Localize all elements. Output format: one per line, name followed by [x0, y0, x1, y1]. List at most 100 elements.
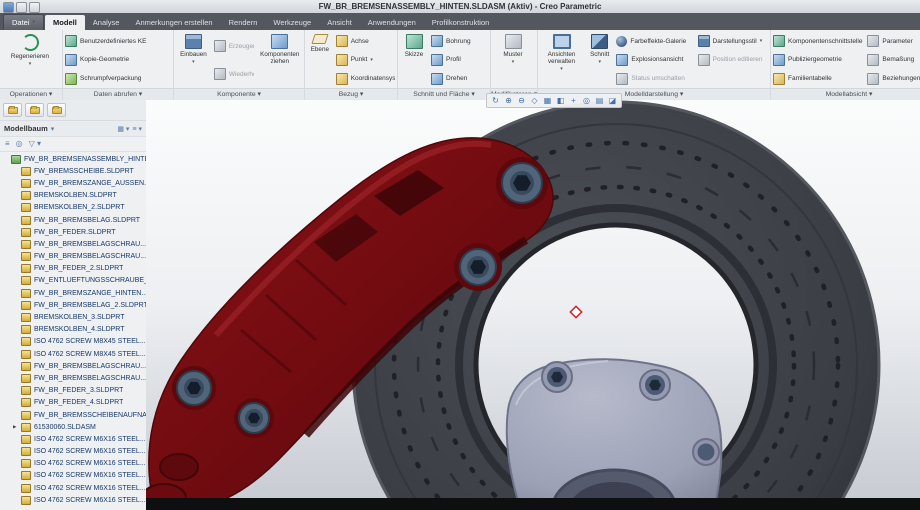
tree-item[interactable]: ▶ FW_BR_BREMSZANGE_HINTEN...	[0, 287, 146, 299]
save-icon[interactable]	[16, 2, 27, 13]
hub-bolt[interactable]	[542, 362, 572, 392]
caliper-bolt[interactable]	[172, 366, 216, 410]
graphics-toolbar-icon[interactable]: ▦	[542, 95, 553, 106]
tree-item[interactable]: ▶ FW_BR_BREMSBELAGSCHRAU...	[0, 360, 146, 372]
parameters-button[interactable]: Parameter	[867, 34, 920, 49]
tree-item[interactable]: ▶ BREMSKOLBEN_2.SLDPRT	[0, 202, 146, 214]
ribbon-tab[interactable]: Anmerkungen erstellen	[127, 15, 220, 30]
drag-components-button[interactable]: Komponenten ziehen	[257, 32, 302, 88]
graphics-toolbar-icon[interactable]: ↻	[490, 95, 501, 106]
exploded-view-button[interactable]: Explosionsansicht	[616, 52, 694, 67]
hub-bolt[interactable]	[693, 439, 719, 465]
user-defined-feature-button[interactable]: Benutzerdefiniertes KE	[65, 34, 169, 49]
expand-arrow-icon[interactable]: ▶	[13, 424, 18, 430]
graphics-toolbar-icon[interactable]: ◎	[581, 95, 592, 106]
copy-geometry-button[interactable]: Kopie-Geometrie	[65, 52, 169, 67]
regenerate-button[interactable]: Regenerieren ▾	[2, 32, 58, 88]
tree-item[interactable]: ▶ FW_BR_BREMSBELAGSCHRAU...	[0, 238, 146, 250]
brake-assembly-3d-model[interactable]	[146, 100, 920, 510]
tree-item[interactable]: ▶ BREMSKOLBEN_4.SLDPRT	[0, 324, 146, 336]
graphics-toolbar-icon[interactable]: ⊖	[516, 95, 527, 106]
favorites-tab[interactable]	[47, 103, 66, 117]
graphics-area[interactable]: ↻ ⊕ ⊖ ◇ ▦ ◧ + ◎ ▤ ◪	[146, 100, 920, 510]
create-component-button[interactable]: Erzeugen	[214, 39, 255, 54]
datum-axis-button[interactable]: Achse	[336, 34, 395, 49]
file-menu-button[interactable]: Datei ▾	[3, 14, 44, 30]
repeat-button[interactable]: Wiederholen	[214, 67, 255, 82]
tree-item[interactable]: ▶ FW_BR_FEDER_3.SLDPRT	[0, 385, 146, 397]
tree-item[interactable]: ▶ BREMSKOLBEN_3.SLDPRT	[0, 311, 146, 323]
group-label-schnitt-und-flaeche[interactable]: Schnitt und Fläche ▾	[398, 88, 490, 100]
component-interface-button[interactable]: Komponentenschnittstelle	[773, 34, 864, 49]
tree-item[interactable]: ▶ FW_BR_BREMSENASSEMBLY_HINTE	[0, 153, 146, 165]
tree-settings-menu-icon[interactable]: ≡ ▾	[132, 125, 142, 133]
tree-search-icon[interactable]: ◎	[16, 138, 23, 150]
appearance-gallery-button[interactable]: Farbeffekte-Galerie	[616, 34, 694, 49]
datum-plane-button[interactable]: Ebene	[307, 32, 333, 88]
tree-item[interactable]: ▶ 61530060.SLDASM	[0, 421, 146, 433]
tree-item[interactable]: ▶ ISO 4762 SCREW M6X16 STEEL...	[0, 446, 146, 458]
tree-item[interactable]: ▶ ISO 4762 SCREW M6X16 STEEL...	[0, 494, 146, 506]
graphics-toolbar-icon[interactable]: ▤	[594, 95, 605, 106]
tree-item[interactable]: ▶ ISO 4762 SCREW M6X16 STEEL...	[0, 482, 146, 494]
tree-item[interactable]: ▶ ISO 4762 SCREW M8X45 STEEL...	[0, 336, 146, 348]
ribbon-tab[interactable]: Rendern	[221, 15, 266, 30]
graphics-toolbar-icon[interactable]: +	[568, 95, 579, 106]
coordinate-system-button[interactable]: Koordinatensystem	[336, 71, 395, 86]
edit-position-button[interactable]: Position editieren	[698, 52, 768, 67]
tree-item[interactable]: ▶ FW_BR_BREMSSCHEIBENAUFNA...	[0, 409, 146, 421]
tree-item[interactable]: ▶ FW_ENTLUEFTUNGSSCHRAUBE_...	[0, 275, 146, 287]
hub-adapter[interactable]	[507, 359, 722, 510]
tree-item[interactable]: ▶ ISO 4762 SCREW M6X16 STEEL...	[0, 458, 146, 470]
revolve-button[interactable]: Drehen	[431, 71, 487, 86]
ribbon-tab[interactable]: Profilkonstruktion	[424, 15, 498, 30]
tree-item[interactable]: ▶ FW_BR_FEDER_2.SLDPRT	[0, 263, 146, 275]
tree-item[interactable]: ▶ FW_BR_BREMSZANGE_AUSSEN...	[0, 177, 146, 189]
hole-button[interactable]: Bohrung	[431, 34, 487, 49]
tree-show-menu-icon[interactable]: ▦ ▾	[117, 125, 129, 133]
folder-browser-tab[interactable]	[25, 103, 44, 117]
ribbon-tab[interactable]: Anwendungen	[360, 15, 424, 30]
display-style-button[interactable]: Darstellungsstil▾	[698, 34, 768, 49]
tree-item[interactable]: ▶ FW_BR_FEDER_4.SLDPRT	[0, 397, 146, 409]
manage-views-button[interactable]: Ansichten verwalten ▾	[540, 32, 583, 88]
graphics-toolbar-icon[interactable]: ◧	[555, 95, 566, 106]
tree-item[interactable]: ▶ FW_BR_FEDER.SLDPRT	[0, 226, 146, 238]
relations-button[interactable]: Beziehungen	[867, 71, 920, 86]
group-label-bezug[interactable]: Bezug ▾	[305, 88, 397, 100]
toggle-status-button[interactable]: Status umschalten	[616, 71, 694, 86]
graphics-toolbar-icon[interactable]: ◪	[607, 95, 618, 106]
group-label-daten-abrufen[interactable]: Daten abrufen ▾	[63, 88, 173, 100]
tree-item[interactable]: ▶ FW_BR_BREMSBELAG.SLDPRT	[0, 214, 146, 226]
section-button[interactable]: Schnitt ▾	[586, 32, 613, 88]
tree-item[interactable]: ▶ FW_BR_BREMSBELAGSCHRAU...	[0, 251, 146, 263]
extrude-button[interactable]: Profil	[431, 52, 487, 67]
tree-item[interactable]: ▶ ISO 4762 SCREW M8X45 STEEL...	[0, 348, 146, 360]
caliper-bolt[interactable]	[234, 398, 274, 438]
tree-filter-icon[interactable]: ▽ ▾	[29, 138, 41, 150]
ribbon-tab[interactable]: Werkzeuge	[265, 15, 319, 30]
tree-item[interactable]: ▶ FW_BR_BREMSBELAGSCHRAU...	[0, 372, 146, 384]
tree-column-icon[interactable]: ▾	[51, 125, 55, 133]
publish-geometry-button[interactable]: Publiziergeometrie	[773, 52, 864, 67]
ribbon-tab[interactable]: Modell	[45, 15, 85, 30]
group-label-operationen[interactable]: Operationen ▾	[0, 88, 62, 100]
tree-item[interactable]: ▶ BREMSKOLBEN.SLDPRT	[0, 190, 146, 202]
tree-list-icon[interactable]: ≡	[5, 138, 10, 150]
datum-point-button[interactable]: Punkt▾	[336, 52, 395, 67]
ribbon-tab[interactable]: Ansicht	[319, 15, 360, 30]
caliper-bolt[interactable]	[496, 157, 548, 209]
shrinkwrap-button[interactable]: Schrumpfverpackung	[65, 71, 169, 86]
group-label-modellabsicht[interactable]: Modellabsicht ▾	[771, 88, 920, 100]
group-label-komponente[interactable]: Komponente ▾	[174, 88, 304, 100]
hub-bolt[interactable]	[640, 370, 670, 400]
tree-item[interactable]: ▶ FW_BREMSSCHEIBE.SLDPRT	[0, 165, 146, 177]
tree-item[interactable]: ▶ ISO 4762 SCREW M6X16 STEEL...	[0, 433, 146, 445]
tree-item[interactable]: ▶ ISO 4762 SCREW M6X16 STEEL...	[0, 470, 146, 482]
family-table-button[interactable]: Familientabelle	[773, 71, 864, 86]
graphics-toolbar-icon[interactable]: ⊕	[503, 95, 514, 106]
assemble-button[interactable]: Einbauen ▾	[176, 32, 211, 88]
caliper-bolt[interactable]	[454, 243, 502, 291]
graphics-toolbar-icon[interactable]: ◇	[529, 95, 540, 106]
sketch-button[interactable]: Skizze	[400, 32, 428, 88]
